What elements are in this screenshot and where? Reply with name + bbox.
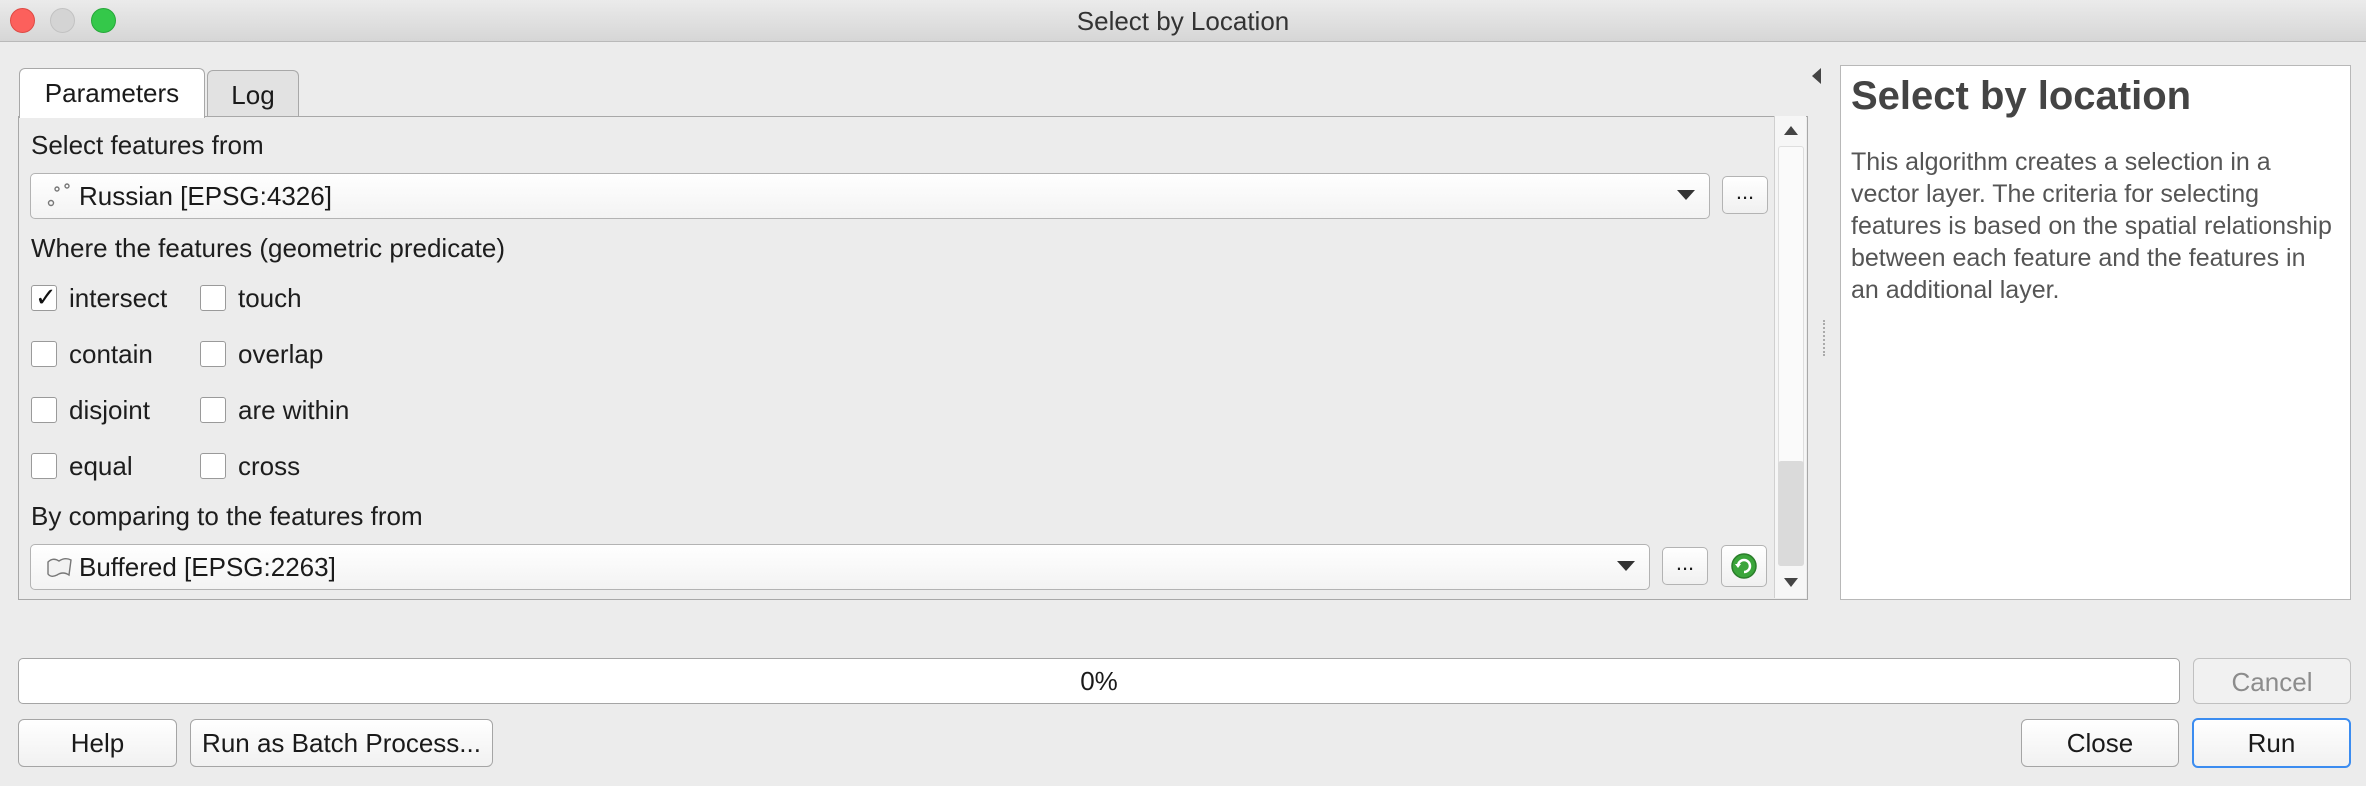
intersect-label: intersect [69,283,168,313]
are-within-label: are within [238,395,350,425]
checkmark-icon: ✓ [35,282,57,312]
scrollbar-thumb[interactable] [1778,461,1804,566]
disjoint-label: disjoint [69,395,150,425]
equal-checkbox[interactable] [31,453,57,479]
chevron-down-icon [1617,561,1635,571]
progress-text: 0% [1080,666,1118,696]
run-as-batch-button[interactable]: Run as Batch Process... [190,719,493,767]
input-layer-label: Select features from [31,130,264,160]
iterate-refresh-button[interactable] [1721,545,1767,587]
help-title: Select by location [1851,74,2192,118]
cancel-button[interactable]: Cancel [2193,658,2351,704]
compare-layer-value: Buffered [EPSG:2263] [79,552,336,582]
parameters-scrollbar[interactable] [1774,116,1806,598]
contain-label: contain [69,339,153,369]
point-layer-icon [47,183,70,207]
tab-parameters[interactable]: Parameters [19,68,205,118]
compare-layer-browse-button[interactable]: ... [1662,547,1708,585]
predicate-label: Where the features (geometric predicate) [31,233,505,263]
input-layer-browse-button[interactable]: ... [1722,176,1768,214]
help-panel: Select by location This algorithm create… [1840,65,2351,600]
are-within-checkbox[interactable] [200,397,226,423]
scroll-up-icon[interactable] [1784,126,1798,135]
equal-label: equal [69,451,133,481]
scroll-down-icon[interactable] [1784,578,1798,587]
chevron-down-icon [1677,190,1695,200]
parameters-panel: Select features from Russian [EPSG:4326]… [18,116,1808,600]
window-title: Select by Location [1076,6,1290,36]
overlap-checkbox[interactable] [200,341,226,367]
compare-layer-label: By comparing to the features from [31,501,423,531]
close-button[interactable]: Close [2021,719,2179,767]
disjoint-checkbox[interactable] [31,397,57,423]
title-bar: Select by Location [0,0,2366,42]
touch-checkbox[interactable] [200,285,226,311]
overlap-label: overlap [238,339,324,369]
input-layer-value: Russian [EPSG:4326] [79,181,332,211]
panel-splitter[interactable] [1823,320,1825,356]
polygon-layer-icon [47,558,72,577]
touch-label: touch [238,283,302,313]
tab-log[interactable]: Log [207,70,299,118]
cross-label: cross [238,451,301,481]
collapse-help-icon[interactable] [1812,68,1821,84]
compare-layer-combobox[interactable]: Buffered [EPSG:2263] [30,544,1650,590]
progress-bar: 0% [18,658,2180,704]
contain-checkbox[interactable] [31,341,57,367]
intersect-checkbox[interactable]: ✓ [31,282,57,312]
help-button[interactable]: Help [18,719,177,767]
run-button[interactable]: Run [2192,718,2351,768]
cross-checkbox[interactable] [200,453,226,479]
refresh-icon [1731,553,1757,579]
help-description: This algorithm creates a selection in a … [1851,148,2332,304]
input-layer-combobox[interactable]: Russian [EPSG:4326] [30,173,1710,219]
